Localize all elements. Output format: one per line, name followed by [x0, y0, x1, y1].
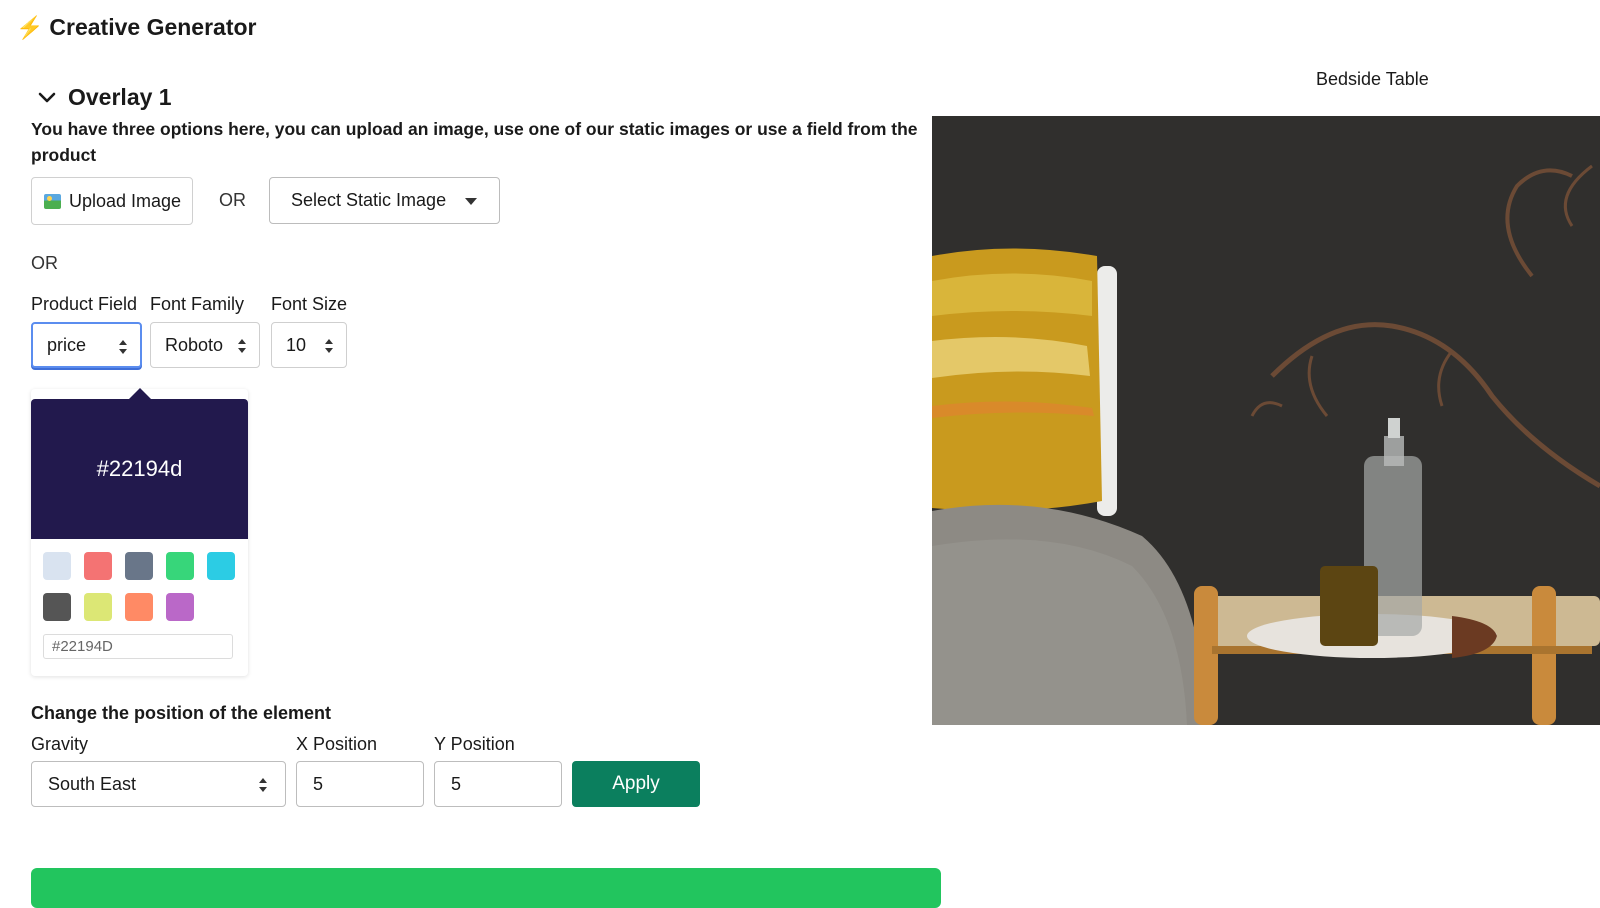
product-preview-image [932, 116, 1600, 725]
gravity-label: Gravity [31, 734, 89, 754]
position-heading: Change the position of the element [31, 703, 332, 723]
generate-button[interactable] [31, 868, 941, 908]
select-arrows-icon [259, 778, 267, 792]
current-color-hex: #22194d [96, 456, 183, 481]
hex-color-input[interactable]: #22194D [43, 634, 233, 659]
color-swatch[interactable] [43, 552, 71, 580]
color-swatch[interactable] [207, 552, 235, 580]
apply-button-label: Apply [612, 773, 660, 794]
or-separator: OR [219, 190, 246, 210]
color-picker: #22194d #22194D [31, 388, 248, 676]
x-position-input[interactable]: 5 [296, 761, 424, 807]
color-swatch[interactable] [84, 552, 112, 580]
product-field-label: Product Field [31, 294, 138, 314]
caret-down-icon [465, 198, 477, 205]
select-arrows-icon [325, 339, 333, 353]
product-field-value: price [47, 334, 87, 355]
color-swatch[interactable] [125, 552, 153, 580]
image-icon [44, 193, 61, 209]
color-swatch[interactable] [166, 552, 194, 580]
gravity-value: South East [48, 773, 137, 794]
product-field-select[interactable]: price [31, 322, 142, 368]
color-swatch[interactable] [166, 593, 194, 621]
preview-product-name: Bedside Table [1316, 69, 1429, 89]
x-position-label: X Position [296, 734, 378, 754]
select-arrows-icon [119, 340, 127, 354]
gravity-select[interactable]: South East [31, 761, 286, 807]
font-size-label: Font Size [271, 294, 348, 314]
font-size-select[interactable]: 10 [271, 322, 347, 368]
app-title: Creative Generator [49, 14, 257, 40]
color-swatch[interactable] [84, 593, 112, 621]
font-size-value: 10 [286, 334, 307, 355]
bedside-table-photo [932, 116, 1600, 725]
font-family-value: Roboto [165, 334, 224, 355]
upload-image-label: Upload Image [69, 190, 182, 211]
select-static-image-dropdown[interactable]: Select Static Image [269, 177, 500, 224]
y-position-input[interactable]: 5 [434, 761, 562, 807]
font-family-select[interactable]: Roboto [150, 322, 260, 368]
select-static-image-label: Select Static Image [291, 190, 447, 210]
select-arrows-icon [238, 339, 246, 353]
color-swatch[interactable] [43, 593, 71, 621]
overlay-instructions: You have three options here, you can upl… [31, 119, 918, 165]
lightning-icon: ⚡ [16, 14, 44, 40]
color-picker-pointer [129, 388, 151, 399]
font-family-label: Font Family [150, 294, 245, 314]
app-header: ⚡ Creative Generator [16, 14, 257, 41]
overlay-accordion-header[interactable]: Overlay 1 [38, 84, 172, 111]
chevron-down-icon[interactable] [38, 89, 56, 107]
color-swatch[interactable] [125, 593, 153, 621]
y-position-label: Y Position [434, 734, 515, 754]
overlay-title: Overlay 1 [68, 84, 172, 110]
or-separator-2: OR [31, 253, 58, 273]
upload-image-button[interactable]: Upload Image [31, 177, 193, 225]
apply-button[interactable]: Apply [572, 761, 700, 807]
current-color-swatch: #22194d [31, 399, 248, 539]
